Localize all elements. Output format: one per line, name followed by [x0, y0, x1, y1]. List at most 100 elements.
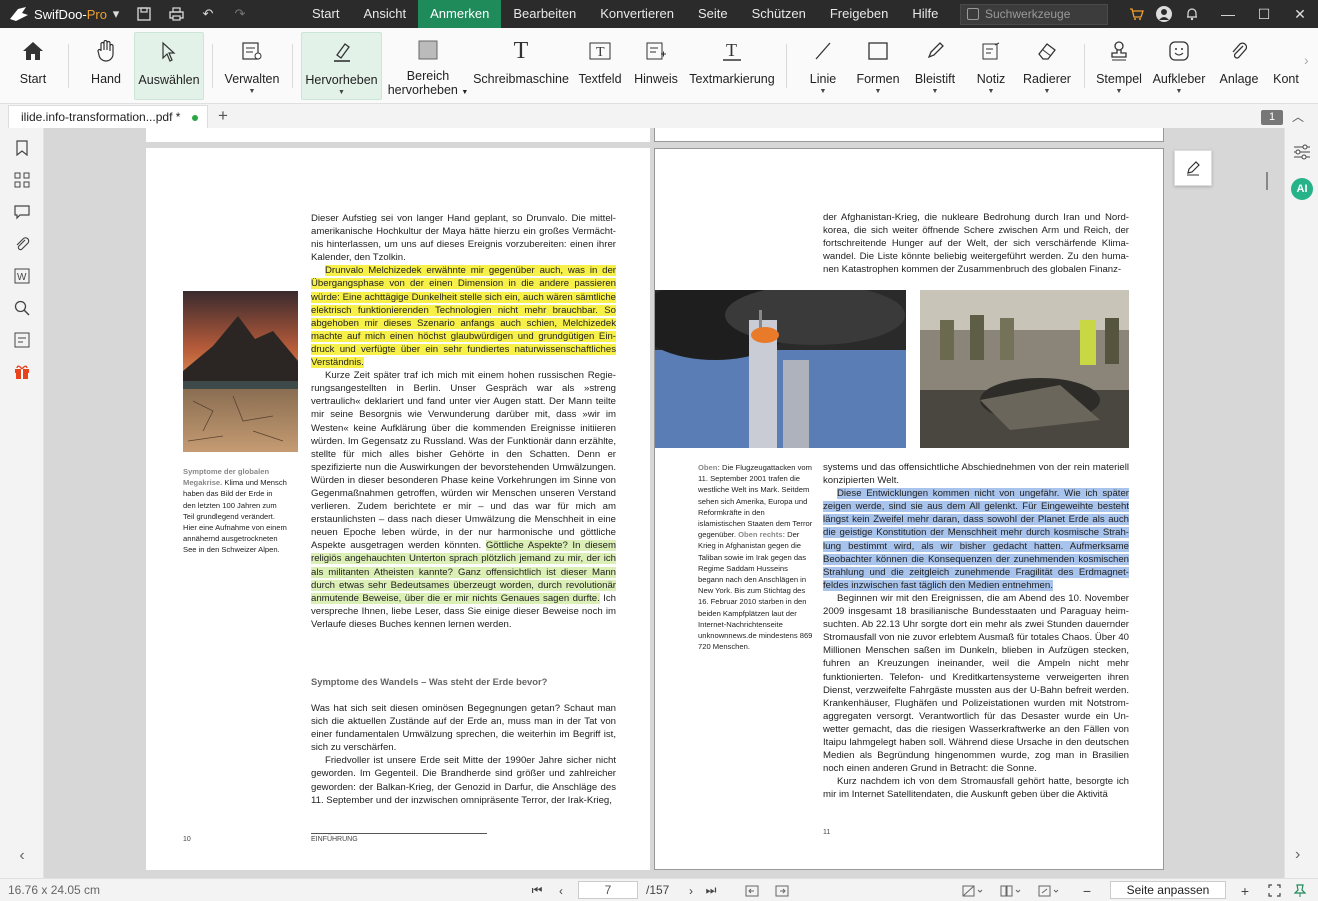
toolbar-scroll-right-icon[interactable]: › — [1304, 52, 1309, 68]
expand-right-icon[interactable]: › — [1295, 846, 1300, 864]
bookmark-icon[interactable] — [12, 138, 32, 158]
save-icon[interactable] — [134, 4, 154, 24]
separator — [786, 44, 787, 88]
close-button[interactable]: ✕ — [1282, 0, 1318, 28]
last-page-icon[interactable]: ⏭ — [704, 882, 718, 899]
area-highlight-tool-button[interactable]: Bereich hervorheben ▼ — [388, 32, 468, 100]
line-icon — [810, 38, 836, 64]
menu-konvertieren[interactable]: Konvertieren — [588, 0, 686, 28]
page-mode-dropdown-icon[interactable] — [960, 882, 986, 899]
back-view-icon[interactable] — [744, 882, 760, 899]
next-page-icon[interactable]: › — [684, 882, 698, 899]
afghanistan-war-photo — [920, 290, 1129, 448]
menu-anmerken[interactable]: Anmerken — [418, 0, 502, 28]
print-icon[interactable] — [166, 4, 186, 24]
document-tab[interactable]: ilide.info-transformation...pdf * — [8, 105, 208, 128]
floating-edit-button[interactable] — [1174, 150, 1212, 186]
highlight-tool-button[interactable]: Hervorheben ▼ — [301, 32, 382, 100]
hand-tool-button[interactable]: Hand — [86, 32, 126, 100]
maximize-button[interactable]: ☐ — [1246, 0, 1282, 28]
total-pages: /157 — [646, 883, 670, 897]
blue-highlight[interactable]: Diese Entwicklungen kommen nicht von ung… — [823, 488, 1129, 591]
page-number-left: 10 — [183, 836, 191, 843]
search-icon[interactable] — [12, 298, 32, 318]
chevron-up-icon[interactable]: ︿ — [1292, 108, 1304, 125]
fullscreen-icon[interactable] — [1266, 882, 1282, 899]
towers-attack-photo — [655, 290, 906, 448]
footer-rule — [311, 833, 487, 834]
eraser-icon — [1034, 38, 1060, 64]
menu-hilfe[interactable]: Hilfe — [900, 0, 950, 28]
zoom-out-icon[interactable]: − — [1080, 882, 1094, 899]
brand-dropdown-icon[interactable]: ▾ — [106, 4, 126, 24]
document-viewer[interactable]: Symptome der globalen Megakrise. Klima u… — [44, 128, 1284, 878]
chevron-down-icon: ▼ — [338, 89, 345, 96]
manage-tool-button[interactable]: Verwalten ▼ — [222, 32, 282, 100]
separator — [212, 44, 213, 88]
forward-view-icon[interactable] — [774, 882, 790, 899]
textmark-tool-button[interactable]: T Textmarkierung — [688, 32, 776, 100]
line-tool-button[interactable]: Linie ▼ — [804, 32, 842, 100]
title-bar: SwifDoo-Pro ▾ ↶ ↷ Start Ansicht Anmerken… — [0, 0, 1318, 28]
kont-tool-button[interactable]: Kont — [1270, 32, 1302, 100]
redo-icon[interactable]: ↷ — [230, 4, 250, 24]
svg-text:T: T — [726, 40, 737, 60]
menu-ansicht[interactable]: Ansicht — [351, 0, 418, 28]
cart-icon[interactable] — [1126, 4, 1146, 24]
comment-icon[interactable] — [12, 202, 32, 222]
eraser-tool-button[interactable]: Radierer ▼ — [1022, 32, 1072, 100]
start-tool-button[interactable]: Start — [14, 32, 52, 100]
hand-icon — [93, 38, 119, 64]
form-icon[interactable] — [12, 330, 32, 350]
note-tool-button[interactable]: Hinweis — [632, 32, 680, 100]
gift-icon[interactable] — [12, 362, 32, 382]
pdf-page-right: der Afghanistan-Krieg, die nukleare Bedr… — [654, 148, 1164, 870]
dry-lake-photo — [183, 291, 298, 452]
vertical-scrollbar-thumb[interactable] — [1266, 172, 1268, 190]
pencil-tool-button[interactable]: Bleistift ▼ — [912, 32, 958, 100]
current-page-input[interactable]: 7 — [578, 881, 638, 899]
undo-icon[interactable]: ↶ — [198, 4, 218, 24]
select-tool-button[interactable]: Auswählen — [134, 32, 204, 100]
menu-freigeben[interactable]: Freigeben — [818, 0, 901, 28]
left-page-body-2: Was hat sich seit diesen ominösen Begegn… — [311, 703, 616, 806]
yellow-highlight[interactable]: Drunvalo Melchizedek erwähnte mir gegenü… — [311, 265, 616, 369]
shapes-tool-button[interactable]: Formen ▼ — [854, 32, 902, 100]
first-page-icon[interactable]: ⏮ — [530, 882, 544, 899]
photo-caption-right: Oben: Die Flugzeugattacken vom 11. Septe… — [698, 463, 813, 652]
paperclip-icon — [1226, 38, 1252, 64]
word-count-icon[interactable]: W — [12, 266, 32, 286]
left-page-body: Dieser Aufstieg sei von langer Hand gepl… — [311, 213, 616, 630]
menu-bearbeiten[interactable]: Bearbeiten — [501, 0, 588, 28]
tool-search-input[interactable]: Suchwerkzeuge — [960, 4, 1108, 25]
swifdoo-logo-icon — [10, 7, 28, 21]
right-page-body-top: der Afghanistan-Krieg, die nukleare Bedr… — [823, 212, 1129, 276]
previous-page-icon[interactable]: ‹ — [554, 882, 568, 899]
chevron-down-icon: ▼ — [248, 88, 256, 95]
textfield-tool-button[interactable]: T Textfeld — [576, 32, 624, 100]
account-icon[interactable] — [1154, 4, 1174, 24]
main-menu: Start Ansicht Anmerken Bearbeiten Konver… — [300, 0, 950, 28]
settings-sliders-icon[interactable] — [1293, 144, 1311, 165]
zoom-in-icon[interactable]: + — [1238, 882, 1252, 899]
rotate-view-icon[interactable] — [1036, 882, 1062, 899]
bell-icon[interactable] — [1182, 4, 1202, 24]
two-page-view-icon[interactable] — [998, 882, 1024, 899]
collapse-left-icon[interactable]: ‹ — [12, 846, 32, 866]
menu-start[interactable]: Start — [300, 0, 351, 28]
menu-schuetzen[interactable]: Schützen — [740, 0, 818, 28]
attach-tool-button[interactable]: Anlage — [1218, 32, 1260, 100]
notiz-tool-button[interactable]: Notiz ▼ — [972, 32, 1010, 100]
stamp-tool-button[interactable]: Stempel ▼ — [1096, 32, 1142, 100]
thumbnails-icon[interactable] — [12, 170, 32, 190]
minimize-button[interactable]: — — [1210, 0, 1246, 28]
new-tab-plus-icon[interactable]: + — [218, 106, 228, 126]
sticker-tool-button[interactable]: Aufkleber ▼ — [1152, 32, 1206, 100]
ai-assistant-icon[interactable]: AI — [1291, 178, 1313, 200]
attachment-icon[interactable] — [12, 234, 32, 254]
pin-icon[interactable] — [1292, 882, 1308, 899]
sticker-icon — [1166, 38, 1192, 64]
menu-seite[interactable]: Seite — [686, 0, 740, 28]
zoom-fit-select[interactable]: Seite anpassen — [1110, 881, 1226, 899]
typewriter-tool-button[interactable]: T Schreibmaschine — [473, 32, 569, 100]
